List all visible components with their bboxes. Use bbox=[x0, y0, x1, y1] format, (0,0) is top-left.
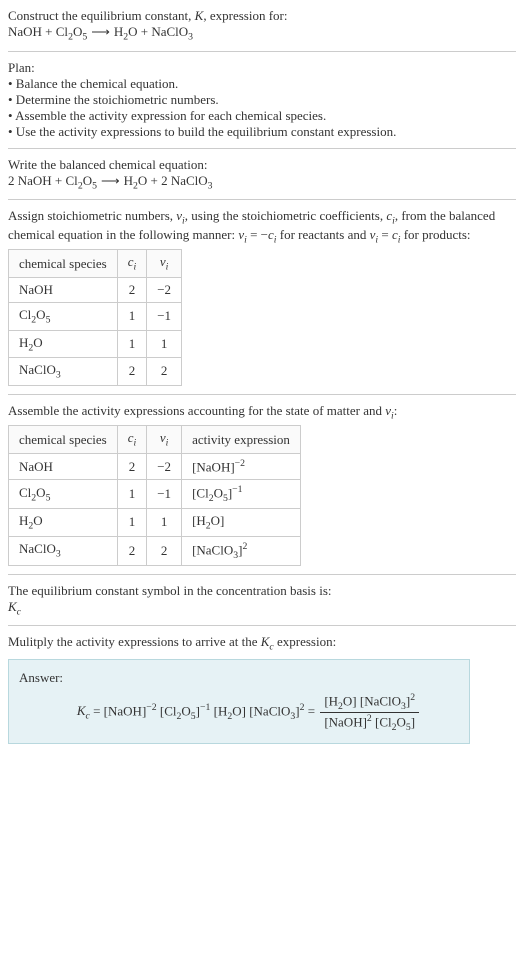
cell-act: [NaOH]−2 bbox=[182, 453, 301, 479]
answer-equation: Kc = [NaOH]−2 [Cl2O5]−1 [H2O] [NaClO3]2 … bbox=[19, 692, 459, 733]
activity: Assemble the activity expressions accoun… bbox=[8, 403, 516, 566]
activity-table: chemical species ci νi activity expressi… bbox=[8, 425, 301, 565]
cell-v: −1 bbox=[147, 302, 182, 330]
cell-v: 2 bbox=[147, 536, 182, 565]
table-row: NaClO3 2 2 [NaClO3]2 bbox=[9, 536, 301, 565]
table-row: H2O 1 1 [H2O] bbox=[9, 509, 301, 537]
table-row: NaOH 2 −2 bbox=[9, 277, 182, 302]
cell-species: NaOH bbox=[9, 453, 118, 479]
plan-bullet-4: • Use the activity expressions to build … bbox=[8, 124, 396, 139]
activity-header: Assemble the activity expressions accoun… bbox=[8, 403, 397, 418]
cell-act: [H2O] bbox=[182, 509, 301, 537]
multiply-header: Mulitply the activity expressions to arr… bbox=[8, 634, 336, 649]
stoich-header: Assign stoichiometric numbers, νi, using… bbox=[8, 208, 495, 242]
cell-c: 1 bbox=[117, 330, 147, 358]
stoich: Assign stoichiometric numbers, νi, using… bbox=[8, 208, 516, 386]
cell-species: Cl2O5 bbox=[9, 302, 118, 330]
plan-bullet-3: • Assemble the activity expression for e… bbox=[8, 108, 326, 123]
cell-v: 1 bbox=[147, 330, 182, 358]
cell-v: −2 bbox=[147, 277, 182, 302]
cell-species: NaOH bbox=[9, 277, 118, 302]
cell-species: H2O bbox=[9, 330, 118, 358]
th-act: activity expression bbox=[182, 426, 301, 454]
intro-text-a: Construct the equilibrium constant, K, e… bbox=[8, 8, 287, 23]
symbol: The equilibrium constant symbol in the c… bbox=[8, 583, 516, 618]
cell-v: 1 bbox=[147, 509, 182, 537]
th-species: chemical species bbox=[9, 250, 118, 278]
cell-c: 2 bbox=[117, 453, 147, 479]
intro-equation: NaOH + Cl2O5⟶H2O + NaClO3 bbox=[8, 24, 193, 39]
balanced-header: Write the balanced chemical equation: bbox=[8, 157, 207, 172]
stoich-table: chemical species ci νi NaOH 2 −2 Cl2O5 1… bbox=[8, 249, 182, 385]
cell-species: NaClO3 bbox=[9, 358, 118, 386]
cell-c: 1 bbox=[117, 509, 147, 537]
divider bbox=[8, 148, 516, 149]
plan-bullet-1: • Balance the chemical equation. bbox=[8, 76, 178, 91]
cell-c: 1 bbox=[117, 302, 147, 330]
plan: Plan: • Balance the chemical equation. •… bbox=[8, 60, 516, 140]
plan-header: Plan: bbox=[8, 60, 35, 75]
divider bbox=[8, 394, 516, 395]
divider bbox=[8, 51, 516, 52]
answer-box: Answer: Kc = [NaOH]−2 [Cl2O5]−1 [H2O] [N… bbox=[8, 659, 470, 744]
answer-label: Answer: bbox=[19, 670, 459, 686]
cell-v: −1 bbox=[147, 480, 182, 509]
divider bbox=[8, 625, 516, 626]
cell-v: −2 bbox=[147, 453, 182, 479]
cell-c: 2 bbox=[117, 277, 147, 302]
plan-bullet-2: • Determine the stoichiometric numbers. bbox=[8, 92, 219, 107]
table-row: NaClO3 2 2 bbox=[9, 358, 182, 386]
th-c: ci bbox=[117, 426, 147, 454]
table-row: H2O 1 1 bbox=[9, 330, 182, 358]
divider bbox=[8, 199, 516, 200]
divider bbox=[8, 574, 516, 575]
table-row: Cl2O5 1 −1 bbox=[9, 302, 182, 330]
intro: Construct the equilibrium constant, K, e… bbox=[8, 8, 516, 43]
cell-c: 1 bbox=[117, 480, 147, 509]
th-species: chemical species bbox=[9, 426, 118, 454]
cell-species: Cl2O5 bbox=[9, 480, 118, 509]
cell-c: 2 bbox=[117, 536, 147, 565]
table-header-row: chemical species ci νi bbox=[9, 250, 182, 278]
cell-c: 2 bbox=[117, 358, 147, 386]
th-v: νi bbox=[147, 250, 182, 278]
cell-act: [NaClO3]2 bbox=[182, 536, 301, 565]
th-v: νi bbox=[147, 426, 182, 454]
th-c: ci bbox=[117, 250, 147, 278]
symbol-kc: Kc bbox=[8, 599, 21, 614]
balanced: Write the balanced chemical equation: 2 … bbox=[8, 157, 516, 192]
cell-act: [Cl2O5]−1 bbox=[182, 480, 301, 509]
table-row: Cl2O5 1 −1 [Cl2O5]−1 bbox=[9, 480, 301, 509]
balanced-equation: 2 NaOH + Cl2O5⟶H2O + 2 NaClO3 bbox=[8, 173, 213, 188]
cell-species: H2O bbox=[9, 509, 118, 537]
multiply: Mulitply the activity expressions to arr… bbox=[8, 634, 516, 653]
symbol-line1: The equilibrium constant symbol in the c… bbox=[8, 583, 332, 598]
cell-v: 2 bbox=[147, 358, 182, 386]
table-header-row: chemical species ci νi activity expressi… bbox=[9, 426, 301, 454]
table-row: NaOH 2 −2 [NaOH]−2 bbox=[9, 453, 301, 479]
cell-species: NaClO3 bbox=[9, 536, 118, 565]
